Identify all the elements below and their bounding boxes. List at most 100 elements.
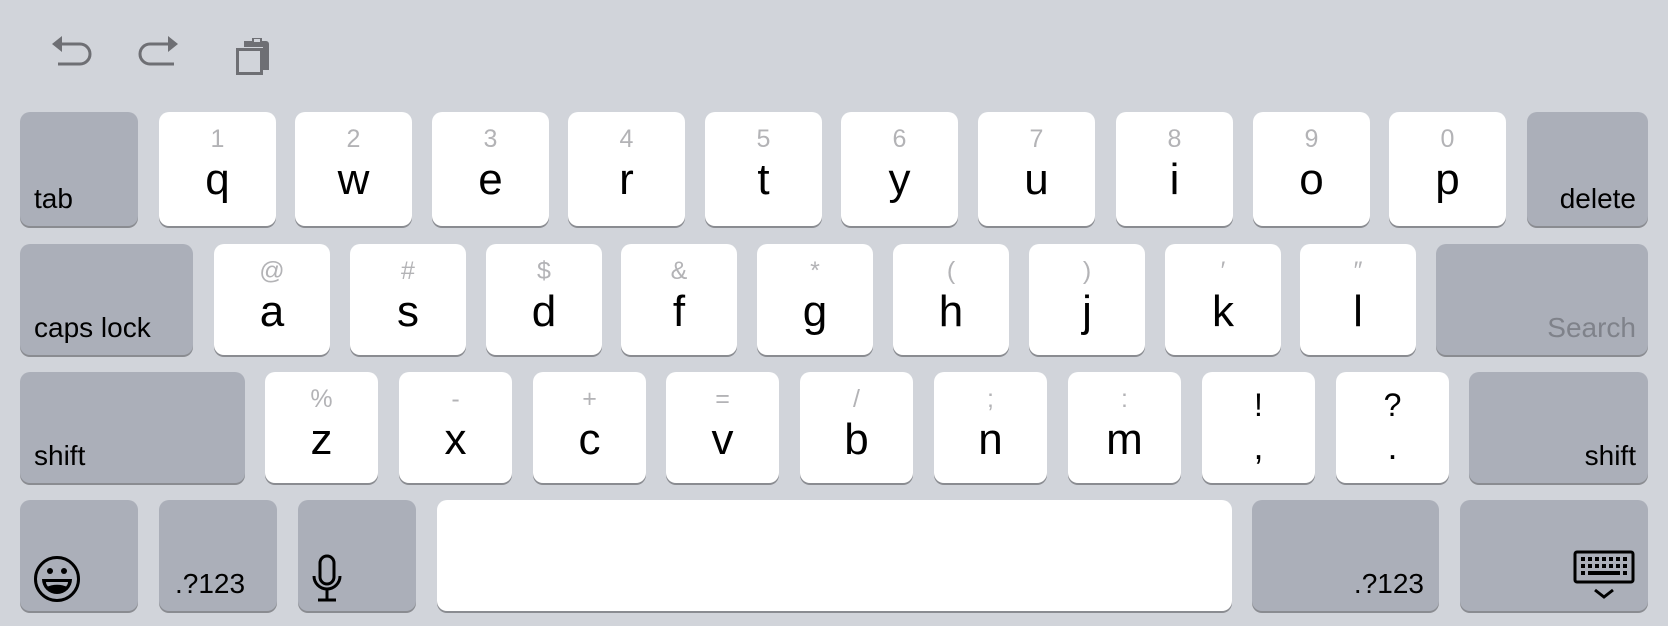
key-secondary-label: ′ xyxy=(1220,257,1226,285)
key-secondary-label: 0 xyxy=(1440,125,1455,153)
key-secondary-label: $ xyxy=(537,257,551,285)
microphone-icon xyxy=(311,554,343,604)
key-secondary-label: ; xyxy=(987,385,994,413)
key-c[interactable]: + c xyxy=(533,372,646,483)
key-primary-label: z xyxy=(310,415,333,464)
key-secondary-label: 9 xyxy=(1304,125,1319,153)
key-w[interactable]: 2w xyxy=(295,112,412,226)
key-primary-label: s xyxy=(397,287,419,336)
key-secondary-label: - xyxy=(451,385,460,413)
undo-icon xyxy=(52,36,92,66)
search-key[interactable]: Search xyxy=(1436,244,1648,355)
key-h[interactable]: (h xyxy=(893,244,1009,355)
key-period[interactable]: ?. xyxy=(1336,372,1449,483)
key-d[interactable]: $ d xyxy=(486,244,602,355)
key-secondary-label: ) xyxy=(1082,257,1092,285)
key-r[interactable]: 4r xyxy=(568,112,685,226)
key-secondary-label: = xyxy=(715,385,730,413)
key-secondary-label: * xyxy=(810,257,820,285)
key-primary-label: v xyxy=(711,415,734,464)
key-s[interactable]: # s xyxy=(350,244,466,355)
emoji-icon xyxy=(33,555,81,603)
emoji-key[interactable] xyxy=(20,500,138,611)
key-f[interactable]: & f xyxy=(621,244,737,355)
key-primary-label: n xyxy=(978,415,1003,464)
key-primary-label: t xyxy=(757,155,770,204)
key-secondary-label: & xyxy=(670,257,688,285)
space-key[interactable] xyxy=(437,500,1232,611)
key-secondary-label: / xyxy=(853,385,860,413)
key-primary-label: q xyxy=(205,155,230,204)
tab-key[interactable]: tab xyxy=(20,112,138,226)
dictation-key[interactable] xyxy=(298,500,416,611)
numbers-right-label: .?123 xyxy=(1353,568,1424,599)
key-secondary-label: 5 xyxy=(756,125,771,153)
key-secondary-label: ! xyxy=(1254,387,1263,423)
key-secondary-label: : xyxy=(1121,385,1128,413)
key-u[interactable]: 7u xyxy=(978,112,1095,226)
key-primary-label: l xyxy=(1353,287,1363,336)
keyboard-dismiss-icon xyxy=(1573,550,1635,602)
key-l[interactable]: ″ l xyxy=(1300,244,1416,355)
key-secondary-label: 8 xyxy=(1167,125,1182,153)
redo-button[interactable] xyxy=(134,34,182,78)
key-primary-label: c xyxy=(578,415,601,464)
key-j[interactable]: ) j xyxy=(1029,244,1145,355)
key-x[interactable]: -x xyxy=(399,372,512,483)
key-g[interactable]: * g xyxy=(757,244,873,355)
key-b[interactable]: / b xyxy=(800,372,913,483)
key-primary-label: y xyxy=(888,155,911,204)
key-n[interactable]: ; n xyxy=(934,372,1047,483)
key-v[interactable]: = v xyxy=(666,372,779,483)
shift-left-key[interactable]: shift xyxy=(20,372,245,483)
key-comma[interactable]: !, xyxy=(1202,372,1315,483)
tab-label: tab xyxy=(34,183,73,214)
key-secondary-label: 6 xyxy=(892,125,907,153)
delete-label: delete xyxy=(1559,183,1636,214)
undo-button[interactable] xyxy=(46,34,94,78)
paste-button[interactable] xyxy=(230,34,278,78)
key-primary-label: g xyxy=(802,287,828,336)
key-primary-label: h xyxy=(938,287,964,336)
key-secondary-label: # xyxy=(401,257,415,285)
key-k[interactable]: ′ k xyxy=(1165,244,1281,355)
key-primary-label: p xyxy=(1435,155,1460,204)
key-secondary-label: 3 xyxy=(483,125,498,153)
key-secondary-label: + xyxy=(582,385,597,413)
key-primary-label: x xyxy=(444,415,467,464)
search-label: Search xyxy=(1547,312,1636,343)
key-primary-label: o xyxy=(1299,155,1324,204)
key-primary-label: k xyxy=(1212,287,1234,336)
key-a[interactable]: @ a xyxy=(214,244,330,355)
shift-right-key[interactable]: shift xyxy=(1469,372,1648,483)
key-primary-label: b xyxy=(844,415,869,464)
delete-key[interactable]: delete xyxy=(1527,112,1648,226)
key-secondary-label: 7 xyxy=(1029,125,1044,153)
numbers-left-key[interactable]: .?123 xyxy=(159,500,277,611)
key-primary-label: i xyxy=(1169,155,1180,204)
key-e[interactable]: 3e xyxy=(432,112,549,226)
paste-icon xyxy=(236,38,269,75)
key-secondary-label: @ xyxy=(259,257,285,285)
shift-right-label: shift xyxy=(1584,440,1636,471)
shift-left-label: shift xyxy=(34,440,86,471)
caps-lock-key[interactable]: caps lock xyxy=(20,244,193,355)
key-o[interactable]: 9o xyxy=(1253,112,1370,226)
key-m[interactable]: :m xyxy=(1068,372,1181,483)
key-y[interactable]: 6y xyxy=(841,112,958,226)
key-secondary-label: 2 xyxy=(346,125,361,153)
dismiss-keyboard-key[interactable] xyxy=(1460,500,1648,611)
key-primary-label: m xyxy=(1106,415,1143,464)
key-p[interactable]: 0p xyxy=(1389,112,1506,226)
numbers-right-key[interactable]: .?123 xyxy=(1252,500,1439,611)
key-t[interactable]: 5t xyxy=(705,112,822,226)
key-primary-label: . xyxy=(1387,426,1398,467)
key-primary-label: , xyxy=(1253,426,1264,467)
key-primary-label: f xyxy=(672,287,686,336)
key-primary-label: d xyxy=(531,287,557,336)
key-primary-label: r xyxy=(619,155,634,204)
key-i[interactable]: 8i xyxy=(1116,112,1233,226)
key-z[interactable]: % z xyxy=(265,372,378,483)
key-q[interactable]: 1q xyxy=(159,112,276,226)
caps-lock-label: caps lock xyxy=(34,312,151,343)
